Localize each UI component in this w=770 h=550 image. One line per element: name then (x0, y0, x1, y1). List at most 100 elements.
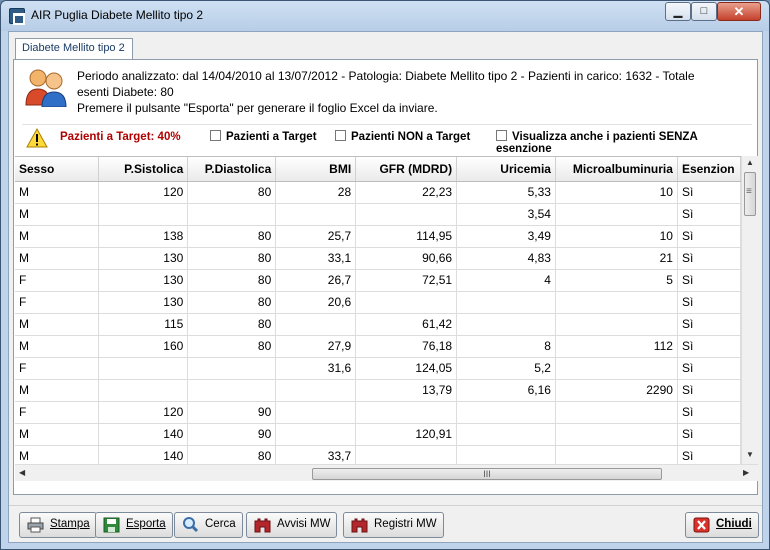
printer-icon (27, 517, 44, 533)
table-row[interactable]: M 160 80 27,9 76,18 8 112 Sì (15, 335, 741, 358)
table-cell: 5 (555, 269, 678, 292)
table-cell: 5,33 (456, 181, 556, 204)
checkbox-pazienti-target[interactable]: Pazienti a Target (210, 130, 317, 143)
table-row[interactable]: F 130 80 26,7 72,51 4 5 Sì (15, 269, 741, 292)
table-cell: 130 (98, 269, 189, 292)
table-row[interactable]: M 120 80 28 22,23 5,33 10 Sì (15, 181, 741, 204)
table-cell: M (15, 181, 100, 204)
table-cell: Sì (677, 291, 741, 314)
checkbox-label: Pazienti NON a Target (351, 131, 471, 143)
table-cell (456, 313, 556, 336)
table-cell: 130 (98, 291, 189, 314)
table-cell: F (15, 269, 100, 292)
checkbox-pazienti-non-target[interactable]: Pazienti NON a Target (335, 130, 470, 143)
table-cell: 20,6 (275, 291, 357, 314)
horizontal-scroll-thumb[interactable]: III (312, 468, 662, 480)
table-row[interactable]: M 140 80 33,7 Sì (15, 445, 741, 464)
vertical-scroll-thumb[interactable] (744, 172, 756, 216)
table-cell (555, 401, 678, 424)
castle-icon (351, 518, 368, 533)
close-icon (693, 517, 710, 533)
column-header-diastolica[interactable]: P.Diastolica (187, 157, 277, 182)
people-icon (25, 69, 67, 107)
table-row[interactable]: M 13,79 6,16 2290 Sì (15, 379, 741, 402)
table-cell (456, 423, 556, 446)
filter-bar: Pazienti a Target: 40% Pazienti a Target… (22, 124, 752, 155)
table-cell: Sì (677, 247, 741, 270)
table-cell: 115 (98, 313, 189, 336)
stampa-button[interactable]: Stampa (19, 512, 97, 538)
cerca-button[interactable]: Cerca (174, 512, 243, 538)
table-cell: 22,23 (355, 181, 458, 204)
table-cell: 90 (187, 401, 277, 424)
close-icon: ✕ (733, 4, 745, 19)
registri-mw-button[interactable]: Registri MW (343, 512, 444, 538)
info-instructions: Premere il pulsante "Esporta" per genera… (77, 101, 438, 115)
table-cell (187, 203, 277, 226)
vertical-scrollbar[interactable]: ▲ ▼ (741, 156, 758, 464)
tab-diabete[interactable]: Diabete Mellito tipo 2 (15, 38, 133, 60)
table-cell: 112 (555, 335, 678, 358)
warning-icon (26, 128, 48, 148)
table-cell: 130 (98, 247, 189, 270)
checkbox-senza-esenzione[interactable]: Visualizza anche i pazienti SENZA esenzi… (496, 130, 752, 155)
table-row[interactable]: M 3,54 Sì (15, 203, 741, 226)
column-header-sistolica[interactable]: P.Sistolica (98, 157, 189, 182)
table-cell (456, 401, 556, 424)
table-row[interactable]: M 138 80 25,7 114,95 3,49 10 Sì (15, 225, 741, 248)
checkbox-box[interactable] (335, 130, 346, 141)
table-cell (555, 291, 678, 314)
scroll-left-icon[interactable]: ◀ (19, 468, 25, 477)
chiudi-button[interactable]: Chiudi (685, 512, 759, 538)
table-row[interactable]: M 140 90 120,91 Sì (15, 423, 741, 446)
table-cell: 8 (456, 335, 556, 358)
column-header-uricemia[interactable]: Uricemia (456, 157, 556, 182)
button-bar: Stampa Esporta Cerca Avvisi MW Registri … (9, 505, 762, 542)
table-row[interactable]: F 120 90 Sì (15, 401, 741, 424)
scroll-up-icon[interactable]: ▲ (746, 158, 754, 167)
table-cell: 80 (187, 225, 277, 248)
column-header-microalbuminuria[interactable]: Microalbuminuria (555, 157, 678, 182)
column-header-bmi[interactable]: BMI (275, 157, 357, 182)
scroll-right-icon[interactable]: ▶ (743, 468, 749, 477)
table-cell (275, 423, 357, 446)
horizontal-scrollbar[interactable]: ◀ III ▶ (15, 464, 758, 481)
save-icon (103, 517, 120, 533)
table-cell: 31,6 (275, 357, 357, 380)
table-cell: Sì (677, 269, 741, 292)
table-cell: 80 (187, 313, 277, 336)
window-title: AIR Puglia Diabete Mellito tipo 2 (31, 8, 204, 22)
maximize-button[interactable]: □ (691, 2, 717, 21)
table-row[interactable]: F 31,6 124,05 5,2 Sì (15, 357, 741, 380)
castle-icon (254, 518, 271, 533)
checkbox-box[interactable] (210, 130, 221, 141)
avvisi-mw-button[interactable]: Avvisi MW (246, 512, 338, 538)
window-close-button[interactable]: ✕ (717, 2, 761, 21)
table-cell: 114,95 (355, 225, 458, 248)
minimize-button[interactable]: ▁ (665, 2, 691, 21)
title-bar: AIR Puglia Diabete Mellito tipo 2 ▁ □ ✕ (1, 1, 769, 31)
table-row[interactable]: M 115 80 61,42 Sì (15, 313, 741, 336)
table-row[interactable]: F 130 80 20,6 Sì (15, 291, 741, 314)
scroll-down-icon[interactable]: ▼ (746, 450, 754, 459)
table-row[interactable]: M 130 80 33,1 90,66 4,83 21 Sì (15, 247, 741, 270)
table-cell: M (15, 225, 100, 248)
checkbox-box[interactable] (496, 130, 507, 141)
patients-table-area: Sesso P.Sistolica P.Diastolica BMI GFR (… (15, 156, 741, 464)
table-cell: 80 (187, 181, 277, 204)
table-cell: 10 (555, 181, 678, 204)
info-text: Periodo analizzato: dal 14/04/2010 al 13… (77, 68, 757, 116)
table-cell: 140 (98, 445, 189, 464)
app-window: AIR Puglia Diabete Mellito tipo 2 ▁ □ ✕ … (0, 0, 770, 550)
esporta-button[interactable]: Esporta (95, 512, 173, 538)
table-cell (555, 357, 678, 380)
tab-panel: Periodo analizzato: dal 14/04/2010 al 13… (13, 59, 758, 495)
column-header-sesso[interactable]: Sesso (15, 157, 100, 182)
esporta-label: Esporta (126, 518, 166, 530)
table-cell: 124,05 (355, 357, 458, 380)
table-cell (98, 379, 189, 402)
table-cell (275, 313, 357, 336)
column-header-esenzione[interactable]: Esenzion (677, 157, 741, 182)
table-cell (555, 423, 678, 446)
column-header-gfr[interactable]: GFR (MDRD) (355, 157, 458, 182)
